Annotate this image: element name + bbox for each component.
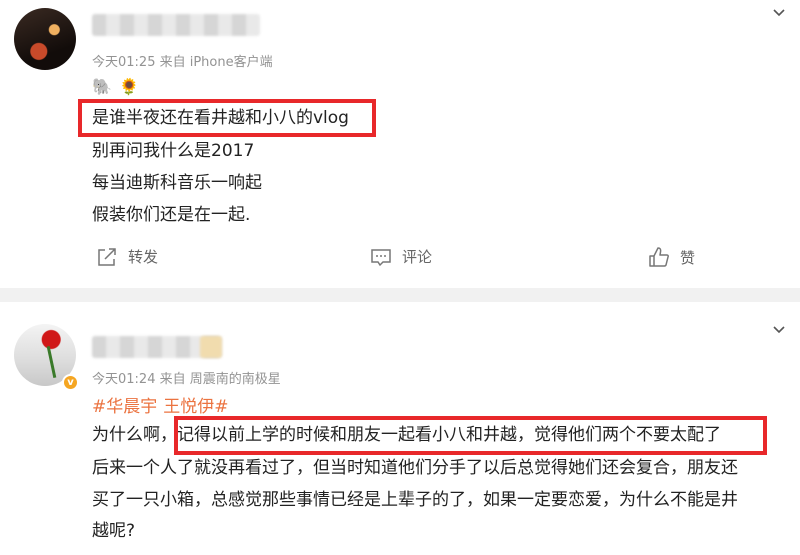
highlight-box [78,99,376,137]
post-meta: 今天01:24 来自 周震南的南极星 [92,372,281,387]
like-label: 赞 [680,248,696,267]
thumbs-up-icon [649,247,669,267]
post-text-line: 别再问我什么是2017 [92,141,255,161]
username-blurred-badge [200,336,222,358]
chevron-down-icon[interactable] [771,322,787,338]
post-divider [0,288,800,302]
post-text-line: 每当迪斯科音乐一响起 [92,173,262,193]
avatar[interactable] [14,8,76,70]
topic-tags[interactable]: #华晨宇 王悦伊# [92,392,235,417]
highlight-box [174,416,767,455]
topic-tag[interactable]: 王悦伊# [163,397,228,417]
chevron-down-icon[interactable] [771,5,787,21]
elephant-emoji-icon: 🐘 [92,77,112,96]
comment-button[interactable]: 评论 [370,246,432,267]
post-text-line: 假装你们还是在一起. [92,205,251,225]
sunflower-emoji-icon: 🌻 [119,77,139,96]
comment-icon [371,248,391,266]
repost-button[interactable]: 转发 [96,246,158,267]
comment-label: 评论 [402,248,433,266]
username-blurred[interactable] [92,14,260,36]
topic-tag[interactable]: #华晨宇 [92,397,157,417]
share-icon [98,247,116,266]
post-text-line: 后来一个人了就没再看过了，但当时知道他们分手了以后总觉得她们还会复合，朋友还 [92,458,738,478]
post-text-line: 买了一只小箱，总感觉那些事情已经是上辈子的了，如果一定要恋爱，为什么不能是井 [92,490,738,510]
like-button[interactable]: 赞 [648,246,695,268]
post-text-line: 越呢? [92,521,136,541]
post-card-1: 今天01:25 来自 iPhone客户端 🐘 🌻 是谁半夜还在看井越和小八的vl… [0,0,800,288]
verified-badge-icon: v [62,374,79,391]
post-meta: 今天01:25 来自 iPhone客户端 [92,55,273,70]
repost-label: 转发 [128,248,159,266]
